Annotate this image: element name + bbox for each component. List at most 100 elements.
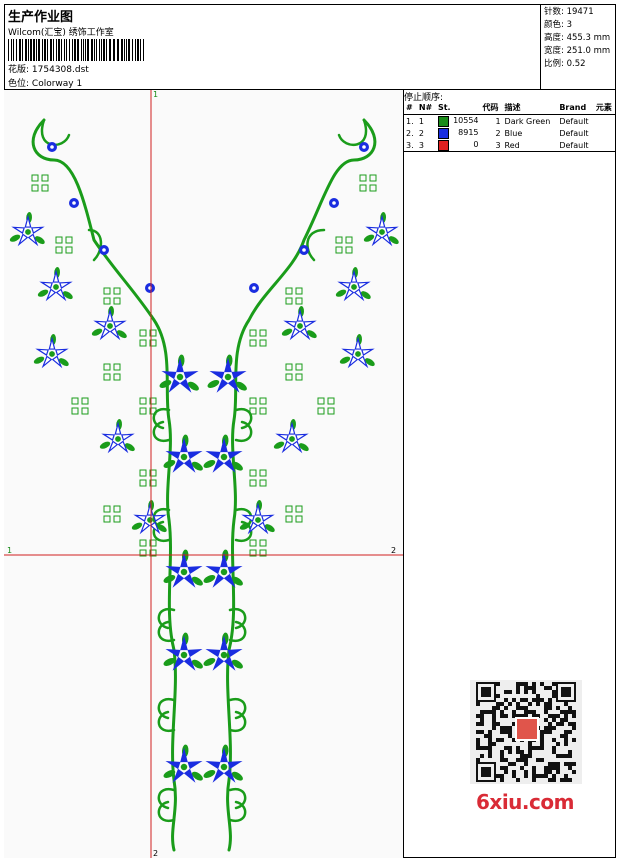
cell-el xyxy=(593,139,616,152)
knot-motif xyxy=(31,174,49,192)
color-swatch xyxy=(437,127,449,139)
flower-motif xyxy=(159,354,199,393)
knot-motif xyxy=(103,363,121,381)
stat-label: 高度: xyxy=(544,33,564,43)
cell-st: 0 xyxy=(435,139,481,152)
barcode xyxy=(8,39,144,61)
knot-motif xyxy=(359,174,377,192)
flower-motif xyxy=(163,744,203,783)
stat-label: 颜色: xyxy=(544,20,564,30)
stat-label: 宽度: xyxy=(544,46,564,56)
stat-colors: 颜色: 3 xyxy=(544,19,613,32)
flower-motif xyxy=(339,334,375,369)
page-title: 生产作业图 xyxy=(8,10,74,25)
embroidery-design: 1 2 1 2 xyxy=(4,90,403,858)
stitch-count: 0 xyxy=(473,139,479,149)
colorway-label: 色位: xyxy=(8,79,30,89)
cell-brand: Default xyxy=(557,139,594,152)
knot-motif xyxy=(249,469,267,487)
cell-n: 2 xyxy=(418,128,424,138)
cell-idx: 2. xyxy=(406,128,414,138)
flower-motif xyxy=(9,212,45,247)
colorway-value: Colorway 1 xyxy=(31,79,83,89)
col-brand: Brand xyxy=(557,101,594,115)
stat-value: 455.3 mm xyxy=(566,33,611,43)
flower-motif xyxy=(203,744,243,783)
flower-motif xyxy=(131,500,167,535)
company-name: Wilcom(汇宝) 绣饰工作室 xyxy=(8,28,114,38)
flower-motif xyxy=(363,212,399,247)
cell-idx: 3. xyxy=(404,139,417,152)
knot-motif xyxy=(71,397,89,415)
knot-motif xyxy=(285,287,303,305)
qr-code xyxy=(470,680,582,784)
cell-desc: Red xyxy=(502,139,558,152)
stat-height: 高度: 455.3 mm xyxy=(544,32,613,45)
colorway-row: 色位: Colorway 1 xyxy=(8,76,82,89)
col-index: # xyxy=(404,101,417,115)
table-row: 3. 3 0 3 Red Default xyxy=(404,139,616,152)
col-desc: 描述 xyxy=(502,101,558,115)
col-stitches: St. xyxy=(435,101,481,115)
stat-label: 针数: xyxy=(544,7,564,17)
cell-brand: Default xyxy=(559,128,589,138)
cell-n: 3 xyxy=(416,139,436,152)
stat-stitches: 针数: 19471 xyxy=(544,6,613,19)
guide-label-bottom: 2 xyxy=(153,849,158,858)
knot-motif xyxy=(139,539,157,557)
cell-brand: Default xyxy=(559,116,589,126)
col-n: N# xyxy=(416,101,436,115)
color-swatch xyxy=(437,139,449,151)
col-code: 代码 xyxy=(480,101,503,115)
knot-motif xyxy=(249,397,267,415)
flower-motif xyxy=(273,419,309,454)
cell-desc: Blue xyxy=(504,128,523,138)
flower-motif xyxy=(163,632,203,671)
flower-motif xyxy=(239,500,275,535)
knot-motif xyxy=(249,329,267,347)
knot-motif xyxy=(139,329,157,347)
guide-label-right: 2 xyxy=(391,546,396,555)
stat-width: 宽度: 251.0 mm xyxy=(544,45,613,58)
stat-value: 0.52 xyxy=(566,59,586,69)
stitch-count: 8915 xyxy=(458,127,479,137)
stat-scale: 比例: 0.52 xyxy=(544,58,613,71)
stat-value: 19471 xyxy=(566,7,594,17)
flower-motif xyxy=(207,354,247,393)
cell-desc: Dark Green xyxy=(504,116,551,126)
table-header-row: # N# St. 代码 描述 Brand 元素 xyxy=(404,101,616,115)
flower-motif xyxy=(37,267,73,302)
table-row: 2. 2 8915 2 Blue Default xyxy=(404,127,616,139)
knot-motif xyxy=(103,287,121,305)
file-label: 花版: xyxy=(8,65,30,75)
table-row: 1. 1 10554 1 Dark Green Default xyxy=(404,115,616,128)
flower-motif xyxy=(203,632,243,671)
knot-motif xyxy=(335,236,353,254)
stat-value: 3 xyxy=(566,20,572,30)
guide-label-top: 1 xyxy=(153,90,158,99)
watermark-text: 6xiu.com xyxy=(476,790,574,814)
knot-motif xyxy=(249,539,267,557)
knot-motif xyxy=(103,505,121,523)
knot-motif xyxy=(55,236,73,254)
color-table: # N# St. 代码 描述 Brand 元素 1. 1 10554 1 Dark Gr… xyxy=(404,101,616,152)
cell-idx: 1. xyxy=(406,116,414,126)
flower-motif xyxy=(91,306,127,341)
stat-label: 比例: xyxy=(544,59,564,69)
cell-n: 1 xyxy=(418,116,424,126)
flower-motif xyxy=(33,334,69,369)
header: 生产作业图 Wilcom(汇宝) 绣饰工作室 花版: 1754308.dst 色… xyxy=(4,4,616,90)
cell-el xyxy=(594,115,616,128)
knot-motif xyxy=(139,397,157,415)
file-value: 1754308.dst xyxy=(31,65,89,75)
flower-motif xyxy=(335,267,371,302)
flower-motif xyxy=(281,306,317,341)
knot-motif xyxy=(285,363,303,381)
knot-motif xyxy=(285,505,303,523)
cell-code: 2 xyxy=(495,128,501,138)
color-swatch xyxy=(437,115,449,127)
guide-label-left: 1 xyxy=(7,546,12,555)
stats-panel: 针数: 19471 颜色: 3 高度: 455.3 mm 宽度: 251.0 m… xyxy=(540,4,616,90)
cell-st: 10554 xyxy=(436,115,481,128)
design-preview: 1 2 1 2 xyxy=(4,90,404,858)
